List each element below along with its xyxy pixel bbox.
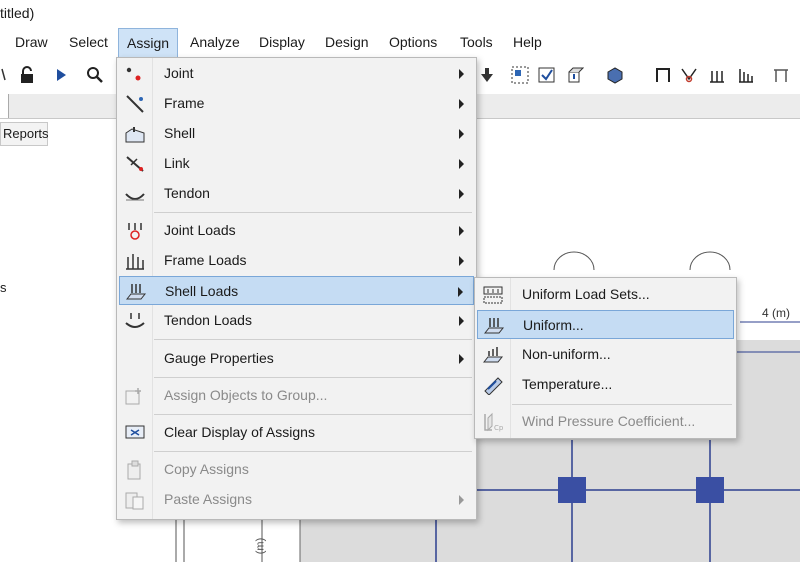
tendon-icon [125, 193, 145, 201]
assign-menu: Joint Frame Shell Link Tendon Joint Load… [116, 57, 477, 520]
menu-item-link[interactable]: Link [119, 149, 474, 178]
menu-item-assign-objects-to-group[interactable]: Assign Objects to Group... [119, 381, 474, 410]
menu-separator [512, 404, 732, 405]
submenu-item-uniform[interactable]: Uniform... [477, 310, 734, 339]
menu-separator [154, 339, 472, 340]
chevron-right-icon [459, 189, 464, 199]
chevron-right-icon [459, 316, 464, 326]
submenu-item-uniform-load-sets[interactable]: Uniform Load Sets... [477, 280, 734, 309]
clear-display-icon [125, 425, 145, 439]
menu-separator [154, 451, 472, 452]
menu-item-clear-display-of-assigns[interactable]: Clear Display of Assigns [119, 418, 474, 447]
tendon-loads-icon [125, 313, 145, 328]
chevron-right-icon [459, 256, 464, 266]
uniform-icon [483, 318, 505, 334]
column-marker [696, 477, 724, 503]
menu-item-shell-loads[interactable]: Shell Loads [119, 276, 474, 305]
wind-pressure-icon: Cp [484, 412, 504, 432]
submenu-item-non-uniform[interactable]: Non-uniform... [477, 340, 734, 369]
copy-icon [127, 460, 141, 480]
frame-loads-icon [126, 254, 144, 270]
group-icon [125, 388, 141, 405]
menu-separator [154, 212, 472, 213]
menu-item-tendon-loads[interactable]: Tendon Loads [119, 306, 474, 335]
link-icon [126, 156, 144, 172]
menu-item-gauge-properties[interactable]: Gauge Properties [119, 344, 474, 373]
menu-separator [154, 377, 472, 378]
joint-loads-icon [128, 223, 142, 240]
temperature-icon [484, 377, 503, 395]
joint-icon [126, 67, 141, 81]
svg-text:Cp: Cp [494, 424, 504, 432]
menu-item-joint[interactable]: Joint [119, 59, 474, 88]
chevron-right-icon [459, 69, 464, 79]
menu-separator [154, 414, 472, 415]
menu-item-shell[interactable]: Shell [119, 119, 474, 148]
uniform-load-sets-icon [483, 286, 503, 304]
chevron-right-icon [459, 354, 464, 364]
menu-item-joint-loads[interactable]: Joint Loads [119, 216, 474, 245]
vertical-dimension-label: (m) [254, 537, 267, 555]
non-uniform-icon [482, 347, 504, 363]
menu-item-frame[interactable]: Frame [119, 89, 474, 118]
grid-dimension-label: 4 (m) [762, 306, 790, 320]
chevron-right-icon [459, 159, 464, 169]
chevron-right-icon [459, 129, 464, 139]
submenu-item-temperature[interactable]: Temperature... [477, 370, 734, 399]
menu-item-frame-loads[interactable]: Frame Loads [119, 246, 474, 275]
chevron-right-icon [458, 287, 463, 297]
column-marker [558, 477, 586, 503]
shell-icon [125, 127, 145, 143]
submenu-item-wind-pressure-coefficient[interactable]: Cp Wind Pressure Coefficient... [477, 407, 734, 436]
chevron-right-icon [459, 99, 464, 109]
chevron-right-icon [459, 226, 464, 236]
shell-loads-icon [125, 284, 147, 300]
paste-icon [125, 492, 144, 510]
menu-item-tendon[interactable]: Tendon [119, 179, 474, 208]
menu-item-paste-assigns[interactable]: Paste Assigns [119, 485, 474, 514]
menu-item-copy-assigns[interactable]: Copy Assigns [119, 455, 474, 484]
shell-loads-submenu: Uniform Load Sets... Uniform... Non-unif… [474, 277, 737, 439]
chevron-right-icon [459, 495, 464, 505]
frame-icon [126, 95, 144, 113]
